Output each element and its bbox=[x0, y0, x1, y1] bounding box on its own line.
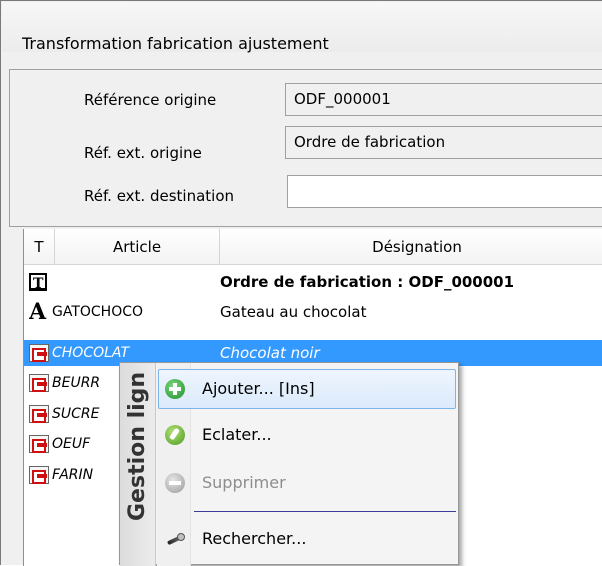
ref-origine-field: ODF_000001 bbox=[285, 83, 602, 116]
designation-cell: Gateau au chocolat bbox=[220, 303, 367, 321]
menu-item-search-label: Rechercher... bbox=[202, 529, 307, 548]
article-cell bbox=[48, 269, 220, 295]
add-icon bbox=[165, 379, 185, 399]
split-icon bbox=[165, 425, 185, 445]
article-cell: GATOCHOCO bbox=[52, 304, 144, 320]
column-header-type[interactable]: T bbox=[24, 229, 55, 265]
remove-icon bbox=[165, 473, 185, 493]
menu-item-add-label: Ajouter... [Ins] bbox=[202, 379, 315, 398]
title-bar: Transformation fabrication ajustement bbox=[2, 2, 602, 53]
menu-item-split-label: Eclater... bbox=[202, 425, 272, 444]
search-icon bbox=[165, 529, 185, 549]
column-header-designation[interactable]: Désignation bbox=[220, 229, 602, 265]
ref-ext-origine-label: Réf. ext. origine bbox=[84, 144, 202, 162]
ref-ext-destination-label: Réf. ext. destination bbox=[84, 187, 235, 205]
designation-cell: Ordre de fabrication : ODF_000001 bbox=[220, 273, 515, 291]
ref-origine-label: Référence origine bbox=[84, 91, 217, 109]
ref-ext-destination-input[interactable] bbox=[287, 175, 602, 208]
table-row[interactable]: Ordre de fabrication : ODF_000001 bbox=[24, 269, 602, 295]
menu-band-label: Gestion lign bbox=[125, 371, 150, 521]
column-header-article[interactable]: Article bbox=[55, 229, 220, 265]
grid-header: T Article Désignation bbox=[24, 229, 602, 265]
menu-item-split[interactable]: Eclater... bbox=[158, 415, 456, 455]
menu-separator bbox=[194, 511, 456, 512]
header-form: Référence origine ODF_000001 Réf. ext. o… bbox=[9, 69, 602, 227]
menu-item-delete-label: Supprimer bbox=[202, 473, 286, 492]
table-row[interactable]: A GATOCHOCO Gateau au chocolat bbox=[24, 299, 602, 325]
context-menu[interactable]: Gestion lign Ajouter... [Ins] Eclater...… bbox=[119, 362, 459, 566]
ref-ext-origine-field: Ordre de fabrication bbox=[285, 126, 602, 159]
menu-item-search[interactable]: Rechercher... bbox=[158, 519, 456, 559]
menu-side-band: Gestion lign bbox=[120, 363, 156, 566]
menu-item-delete[interactable]: Supprimer bbox=[158, 463, 456, 503]
window-title: Transformation fabrication ajustement bbox=[22, 34, 329, 53]
menu-item-add[interactable]: Ajouter... [Ins] bbox=[158, 369, 456, 409]
